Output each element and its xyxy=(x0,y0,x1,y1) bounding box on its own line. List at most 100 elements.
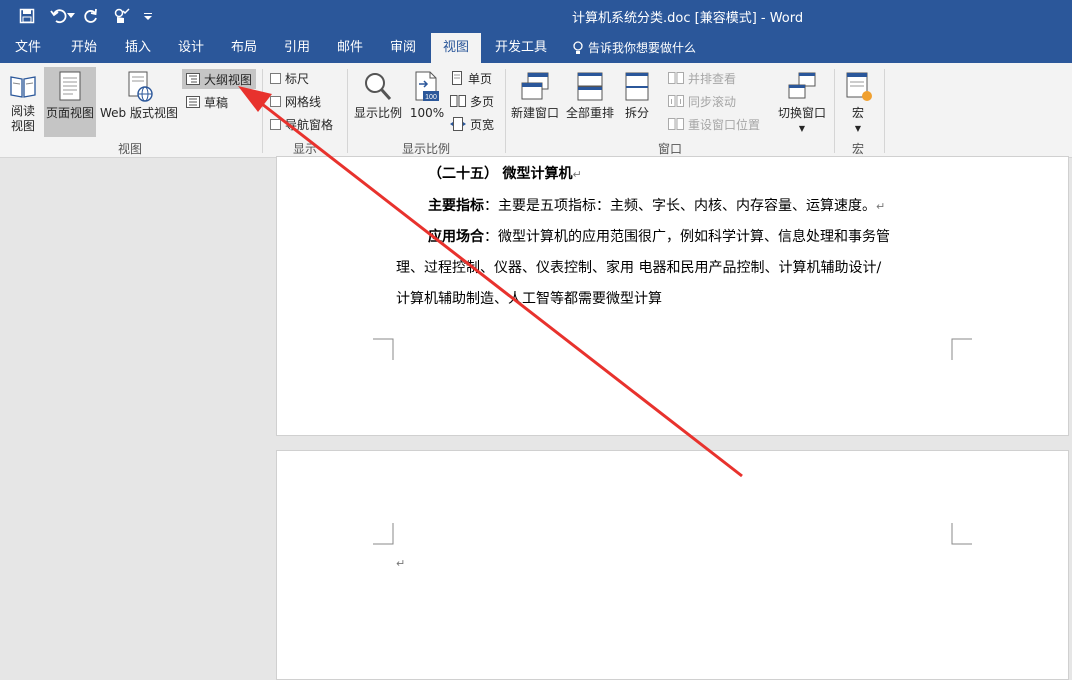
tab-file[interactable]: 文件 xyxy=(0,33,56,63)
paragraph-mark: ↵ xyxy=(876,200,886,213)
one-page-button[interactable]: 单页 xyxy=(450,68,492,88)
switch-windows-icon xyxy=(788,72,816,99)
heading-number: （二十五） xyxy=(428,166,498,182)
tab-mailings[interactable]: 邮件 xyxy=(324,33,376,63)
web-layout-label: Web 版式视图 xyxy=(100,106,178,120)
one-page-label: 单页 xyxy=(468,71,493,86)
zoom-100-button[interactable]: 100 100% xyxy=(408,67,446,137)
split-icon xyxy=(625,72,649,101)
show-group-label: 显示 xyxy=(292,142,317,156)
undo-dropdown-icon[interactable] xyxy=(66,5,76,27)
lightbulb-icon xyxy=(573,41,583,54)
group-separator xyxy=(505,69,506,153)
sync-scroll-button[interactable]: 同步滚动 xyxy=(668,91,736,111)
heading-title: 微型计算机 xyxy=(502,166,573,182)
side-by-side-icon xyxy=(668,72,684,84)
window-title: 计算机系统分类.doc [兼容模式] - Word xyxy=(572,11,804,26)
macros-button[interactable]: 宏 ▼ xyxy=(838,67,878,137)
save-icon[interactable] xyxy=(16,5,38,27)
document-area: （二十五） 微型计算机↵ 主要指标：主要是五项指标：主频、字长、内核、内存容量、… xyxy=(0,156,1072,680)
tab-review[interactable]: 审阅 xyxy=(376,33,430,63)
arrange-all-button[interactable]: 全部重排 xyxy=(563,67,617,137)
tab-home[interactable]: 开始 xyxy=(56,33,112,63)
outline-button[interactable]: 大纲视图 xyxy=(182,69,256,89)
nav-pane-checkbox[interactable]: 导航窗格 xyxy=(270,114,333,134)
view-side-by-side-button[interactable]: 并排查看 xyxy=(668,68,736,88)
macros-group-label: 宏 xyxy=(851,142,864,156)
ruler-checkbox[interactable]: 标尺 xyxy=(270,68,309,88)
read-mode-label-1: 阅读 xyxy=(10,104,35,118)
chevron-down-icon: ▼ xyxy=(798,124,806,133)
draft-label: 草稿 xyxy=(204,95,229,110)
switch-windows-label: 切换窗口 xyxy=(777,106,826,120)
zoom-label: 显示比例 xyxy=(353,106,402,120)
nav-pane-check-icon xyxy=(270,118,281,130)
side-by-side-label: 并排查看 xyxy=(688,71,737,86)
outline-label: 大纲视图 xyxy=(204,72,253,87)
new-window-button[interactable]: 新建窗口 xyxy=(508,67,562,137)
read-mode-button[interactable]: 阅读 视图 xyxy=(4,67,42,135)
tab-references[interactable]: 引用 xyxy=(270,33,324,63)
paragraph-applications: 应用场合：微型计算机的应用范围很广，例如科学计算、信息处理和事务管 xyxy=(428,226,890,246)
customize-qat-icon[interactable] xyxy=(140,5,156,27)
tell-me-box[interactable]: 告诉我你想要做什么 xyxy=(572,33,696,63)
group-separator xyxy=(262,69,263,153)
empty-paragraph: ↵ xyxy=(396,555,405,571)
group-separator xyxy=(347,69,348,153)
draft-button[interactable]: 草稿 xyxy=(182,92,228,112)
paragraph-indicators: 主要指标：主要是五项指标：主频、字长、内核、内存容量、运算速度。↵ xyxy=(428,195,885,215)
multiple-pages-icon xyxy=(450,95,466,107)
tell-me-label: 告诉我你想要做什么 xyxy=(588,41,697,55)
views-group-label: 视图 xyxy=(117,142,142,156)
title-bar: 计算机系统分类.doc [兼容模式] - Word xyxy=(0,0,1072,33)
window-group-label: 窗口 xyxy=(657,142,682,156)
touch-mode-icon[interactable] xyxy=(110,5,132,27)
arrange-all-icon xyxy=(577,72,603,101)
heading-line: （二十五） 微型计算机↵ xyxy=(428,163,582,183)
macros-label: 宏 xyxy=(851,106,864,120)
indicators-text: ：主要是五项指标：主频、字长、内核、内存容量、运算速度。 xyxy=(484,198,876,214)
tab-insert[interactable]: 插入 xyxy=(112,33,164,63)
ruler-label: 标尺 xyxy=(285,71,310,86)
applications-line-2: 理、过程控制、仪器、仪表控制、家用 电器和民用产品控制、计算机辅助设计/ xyxy=(396,260,882,276)
sync-scroll-icon xyxy=(668,95,684,107)
one-page-icon xyxy=(452,71,462,85)
ruler-check-icon xyxy=(270,72,281,84)
split-label: 拆分 xyxy=(624,106,649,120)
print-layout-icon xyxy=(59,71,81,101)
reset-position-icon xyxy=(668,118,684,130)
paragraph-mark: ↵ xyxy=(396,557,406,570)
switch-windows-button[interactable]: 切换窗口 ▼ xyxy=(774,67,830,137)
print-layout-label: 页面视图 xyxy=(45,106,94,120)
margin-corner-mark xyxy=(373,338,394,360)
page-2[interactable]: ↵ xyxy=(276,450,1069,680)
gridlines-label: 网格线 xyxy=(285,94,322,109)
draft-icon xyxy=(186,96,200,108)
print-layout-button[interactable]: 页面视图 xyxy=(44,67,96,137)
zoom-100-icon: 100 xyxy=(415,71,439,101)
macros-icon xyxy=(846,72,872,101)
tab-layout[interactable]: 布局 xyxy=(218,33,270,63)
page-1[interactable]: （二十五） 微型计算机↵ 主要指标：主要是五项指标：主频、字长、内核、内存容量、… xyxy=(276,156,1069,436)
tab-design[interactable]: 设计 xyxy=(164,33,218,63)
magnifier-icon xyxy=(365,73,392,101)
gridlines-checkbox[interactable]: 网格线 xyxy=(270,91,321,111)
nav-pane-label: 导航窗格 xyxy=(285,117,334,132)
margin-corner-mark xyxy=(373,523,394,545)
ribbon-tabs: 文件 开始 插入 设计 布局 引用 邮件 审阅 视图 开发工具 告诉我你想要做什… xyxy=(0,33,1072,63)
multiple-pages-label: 多页 xyxy=(470,94,495,109)
tab-developer[interactable]: 开发工具 xyxy=(484,33,558,63)
tab-view[interactable]: 视图 xyxy=(431,33,481,63)
split-button[interactable]: 拆分 xyxy=(618,67,656,137)
reset-window-position-button[interactable]: 重设窗口位置 xyxy=(668,114,760,134)
web-layout-button[interactable]: Web 版式视图 xyxy=(98,67,180,137)
repeat-icon[interactable] xyxy=(80,5,102,27)
gridlines-check-icon xyxy=(270,95,281,107)
read-mode-icon xyxy=(10,76,36,98)
page-width-button[interactable]: 页宽 xyxy=(450,114,494,134)
applications-text: ：微型计算机的应用范围很广，例如科学计算、信息处理和事务管 xyxy=(484,229,890,245)
indicators-label: 主要指标 xyxy=(428,198,484,214)
svg-text:100: 100 xyxy=(425,94,437,101)
zoom-button[interactable]: 显示比例 xyxy=(352,67,404,137)
multiple-pages-button[interactable]: 多页 xyxy=(450,91,494,111)
